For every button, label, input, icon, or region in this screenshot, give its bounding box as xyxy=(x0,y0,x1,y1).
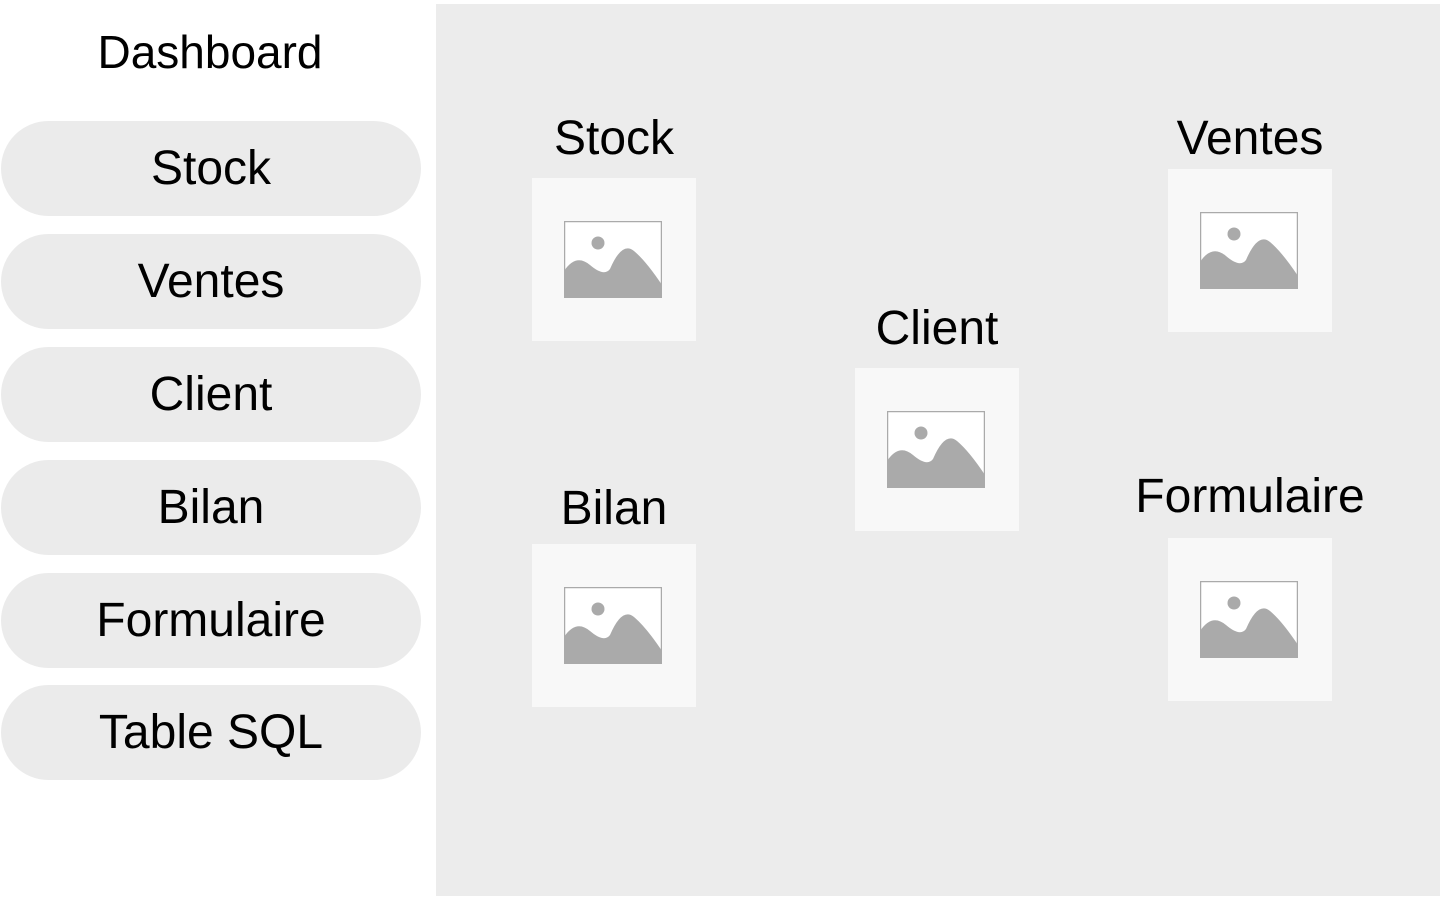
tile-bilan: Bilan xyxy=(494,482,734,707)
tile-label-bilan: Bilan xyxy=(560,482,668,535)
tile-ventes: Ventes xyxy=(1130,112,1370,332)
nav-button-stock[interactable]: Stock xyxy=(1,121,421,216)
nav-button-formulaire[interactable]: Formulaire xyxy=(1,573,421,668)
tile-stock: Stock xyxy=(494,112,734,341)
tile-label-stock: Stock xyxy=(553,112,675,165)
image-placeholder-icon xyxy=(1200,212,1298,289)
tile-image-formulaire[interactable] xyxy=(1168,538,1332,701)
tile-label-client: Client xyxy=(875,302,999,355)
nav-button-client[interactable]: Client xyxy=(1,347,421,442)
nav-button-ventes[interactable]: Ventes xyxy=(1,234,421,329)
image-placeholder-icon xyxy=(887,411,985,488)
sidebar-title: Dashboard xyxy=(97,26,323,78)
tile-image-ventes[interactable] xyxy=(1168,169,1332,332)
tile-image-client[interactable] xyxy=(855,368,1019,531)
sidebar: Dashboard Stock Ventes Client Bilan Form… xyxy=(0,0,422,900)
nav-button-bilan[interactable]: Bilan xyxy=(1,460,421,555)
tile-image-stock[interactable] xyxy=(532,178,696,341)
nav-button-table-sql[interactable]: Table SQL xyxy=(1,685,421,780)
tile-image-bilan[interactable] xyxy=(532,544,696,707)
image-placeholder-icon xyxy=(564,587,662,664)
tile-label-formulaire: Formulaire xyxy=(1135,470,1365,523)
tile-client: Client xyxy=(817,302,1057,531)
tile-label-ventes: Ventes xyxy=(1176,112,1324,165)
tile-formulaire: Formulaire xyxy=(1130,470,1370,701)
main-panel: Stock Ventes Client Bilan Formulaire xyxy=(436,4,1440,896)
image-placeholder-icon xyxy=(1200,581,1298,658)
image-placeholder-icon xyxy=(564,221,662,298)
app-window: Dashboard Stock Ventes Client Bilan Form… xyxy=(0,0,1440,900)
